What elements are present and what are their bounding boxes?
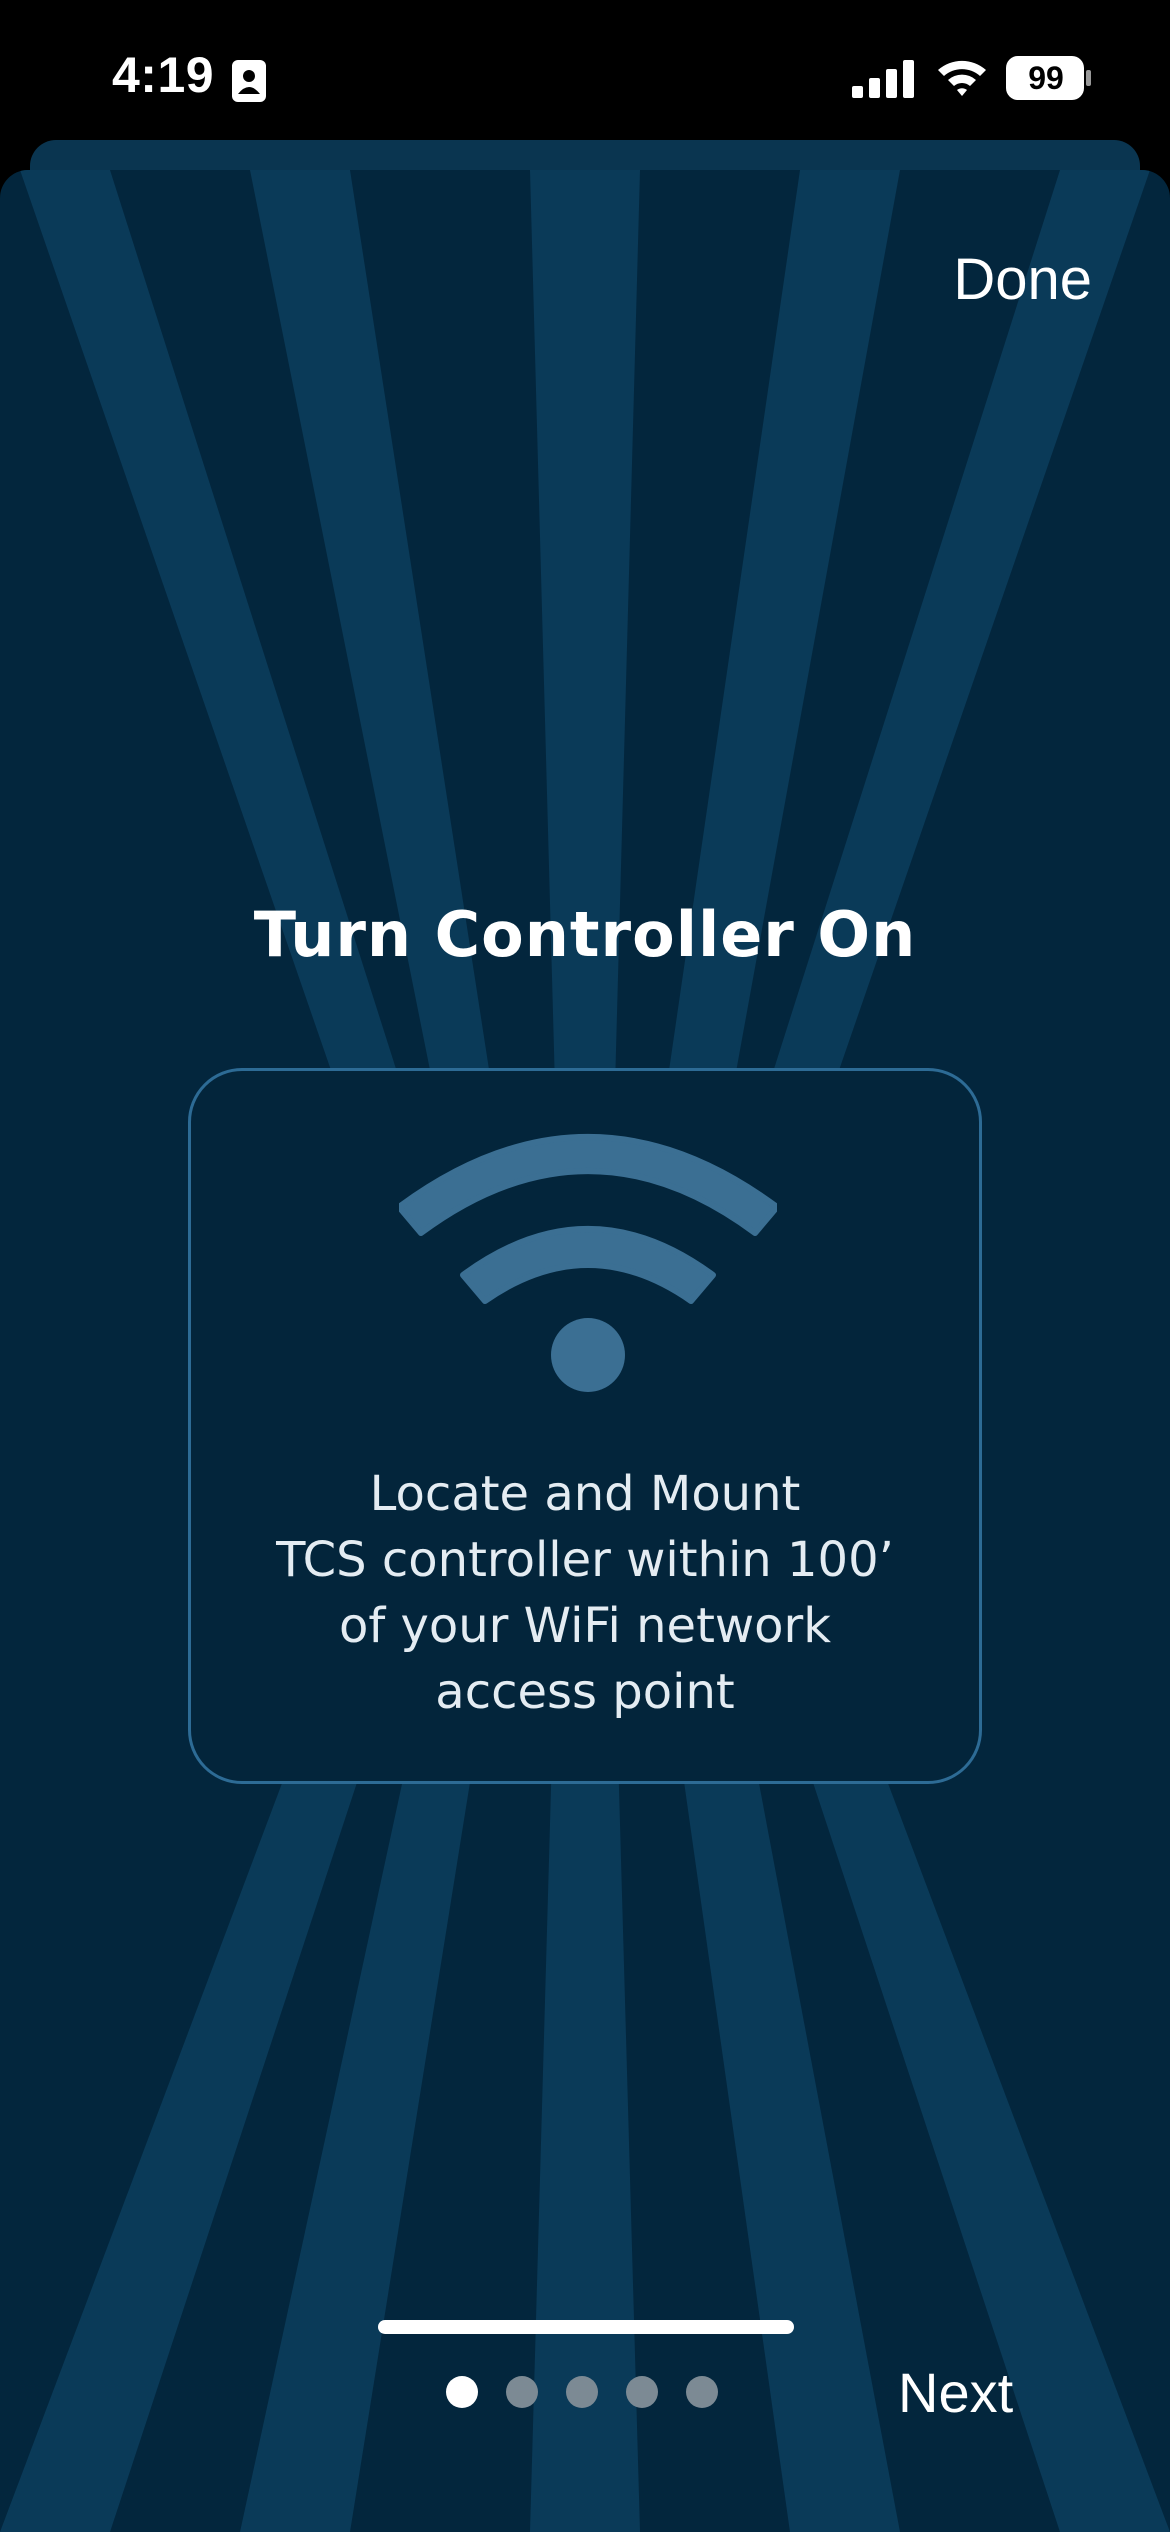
info-card: Locate and Mount TCS controller within 1… <box>188 1068 982 1784</box>
instruction-line: TCS controller within 100’ <box>276 1532 894 1588</box>
instruction-line: of your WiFi network <box>338 1598 832 1654</box>
page-title: Turn Controller On <box>253 898 917 971</box>
cellular-signal-icon <box>852 60 914 98</box>
page-dot-1[interactable] <box>446 2376 478 2408</box>
onboarding-sheet: Done Turn Controller On Locate and Mount… <box>0 170 1170 2532</box>
battery-level: 99 <box>1028 60 1064 96</box>
wifi-icon <box>399 1134 777 1392</box>
page-dot-2[interactable] <box>506 2376 538 2408</box>
page-dot-3[interactable] <box>566 2376 598 2408</box>
next-button[interactable]: Next <box>898 2360 1013 2425</box>
instruction-line: Locate and Mount <box>369 1466 801 1522</box>
status-time: 4:19 <box>112 47 215 103</box>
page-dot-5[interactable] <box>686 2376 718 2408</box>
contact-card-icon <box>232 60 266 102</box>
page-dot-4[interactable] <box>626 2376 658 2408</box>
instruction-line: access point <box>435 1664 735 1720</box>
wifi-icon <box>938 60 986 96</box>
home-indicator[interactable] <box>378 2320 794 2334</box>
page-indicator[interactable] <box>446 2376 726 2410</box>
status-bar: 4:19 99 <box>0 0 1170 150</box>
instruction-text: Locate and Mount TCS controller within 1… <box>191 1461 979 1725</box>
done-button[interactable]: Done <box>953 246 1092 313</box>
